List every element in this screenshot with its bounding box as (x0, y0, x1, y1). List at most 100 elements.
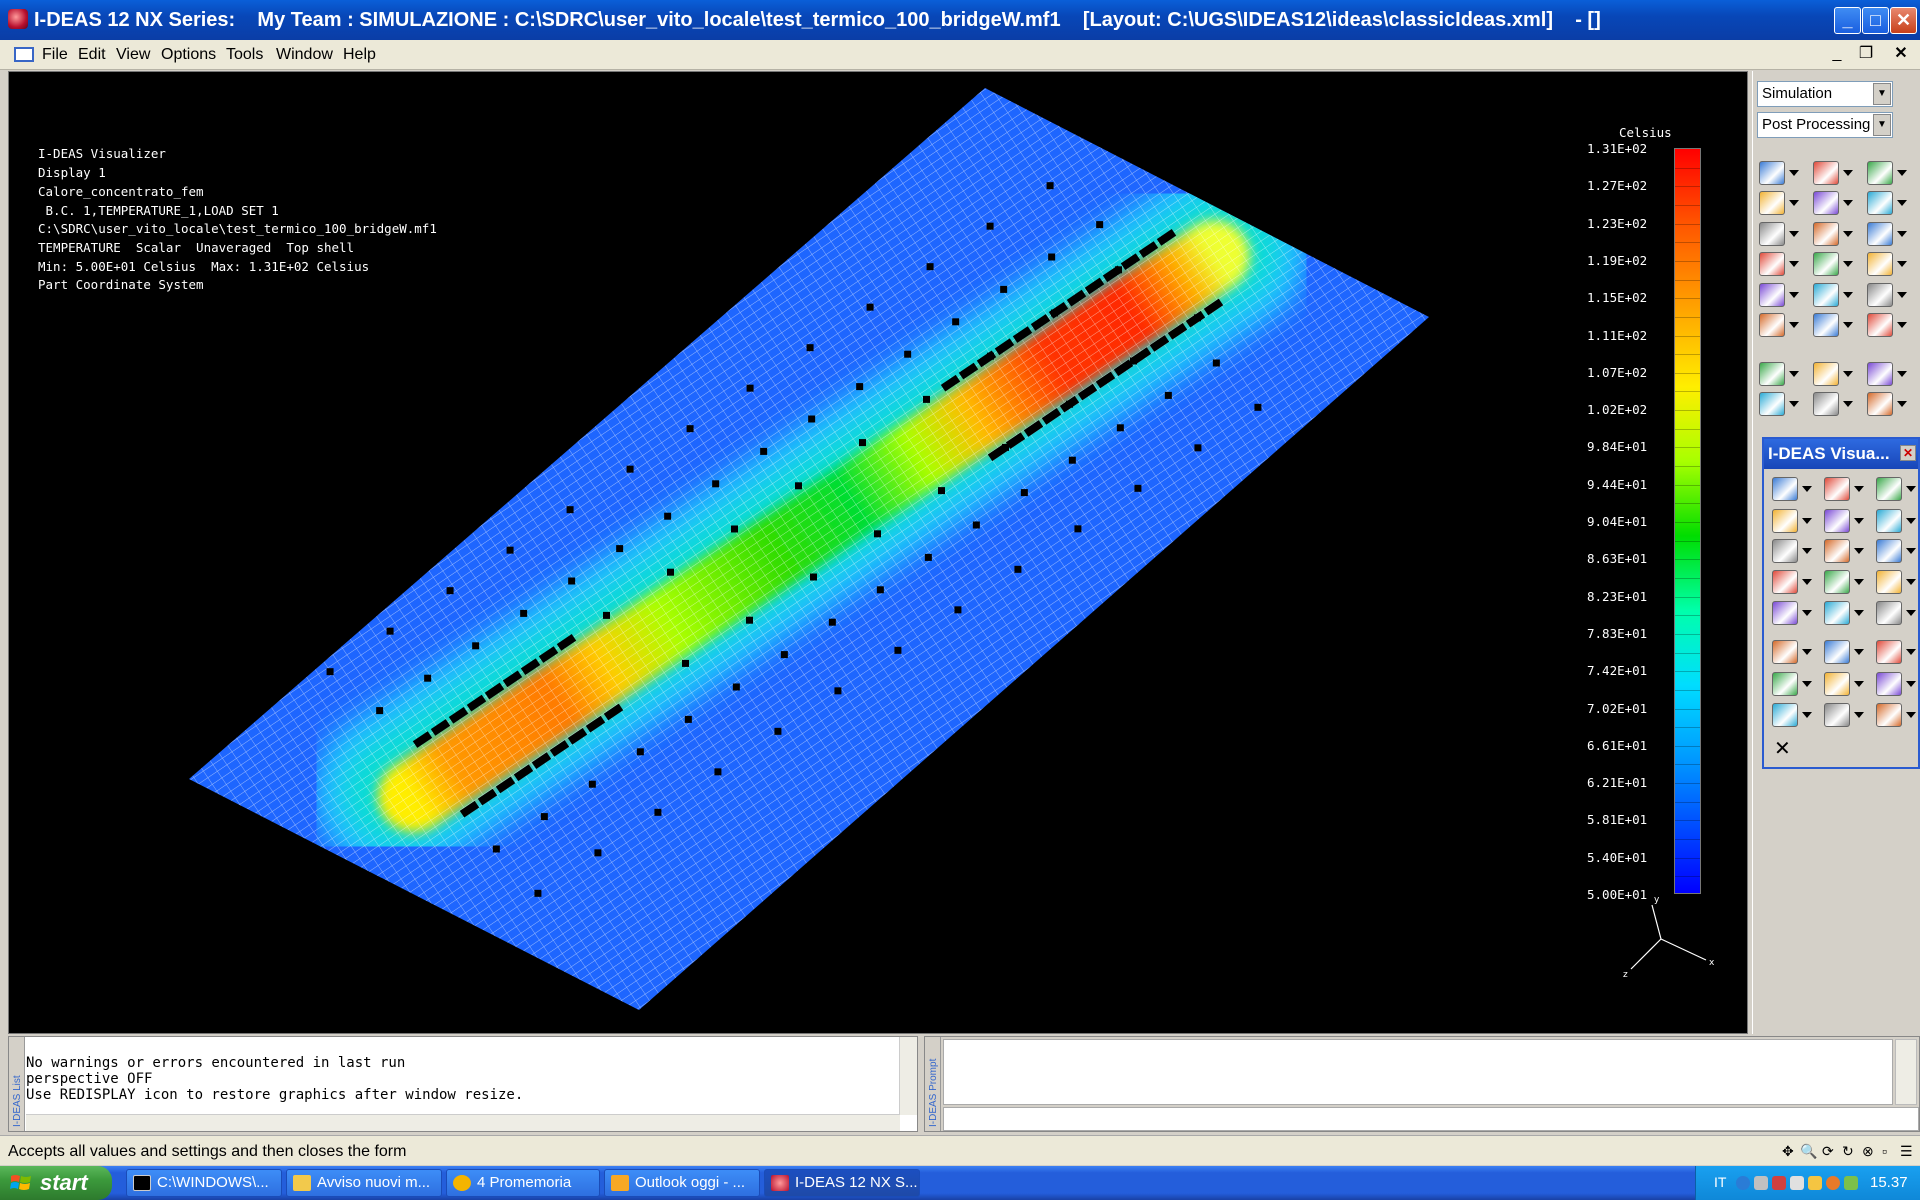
prompt-vertical-scrollbar[interactable] (1895, 1039, 1917, 1105)
dropdown-arrow-icon[interactable] (1906, 712, 1916, 718)
list-vertical-scrollbar[interactable] (899, 1037, 917, 1115)
help-tray-icon[interactable] (1736, 1176, 1750, 1190)
refresh-icon[interactable]: ↻ (1842, 1143, 1854, 1160)
palette-tool-icon[interactable] (1772, 570, 1798, 594)
pan-icon[interactable]: ✥ (1782, 1143, 1794, 1160)
toolbar-tool-icon[interactable] (1759, 222, 1785, 246)
toolbar-tool-icon[interactable] (1867, 283, 1893, 307)
task-dropdown[interactable]: Post Processing ▼ (1757, 112, 1893, 138)
palette-title[interactable]: I-DEAS Visua... (1764, 439, 1918, 469)
dropdown-arrow-icon[interactable] (1897, 401, 1907, 407)
start-button[interactable]: start (0, 1166, 112, 1200)
palette-tool-icon[interactable] (1772, 601, 1798, 625)
menu-tools[interactable]: Tools (226, 46, 263, 64)
dropdown-arrow-icon[interactable] (1854, 518, 1864, 524)
toolbar-tool-icon[interactable] (1759, 191, 1785, 215)
graphics-window[interactable]: y x z I-DEAS Visualizer Display 1 Calore… (8, 71, 1748, 1034)
dropdown-arrow-icon[interactable] (1897, 371, 1907, 377)
taskbar-button-promemoria[interactable]: 4 Promemoria (446, 1169, 600, 1197)
mdi-restore-button[interactable]: ❐ (1855, 44, 1877, 64)
palette-tool-icon[interactable] (1876, 703, 1902, 727)
dropdown-arrow-icon[interactable] (1789, 322, 1799, 328)
dropdown-arrow-icon[interactable] (1802, 548, 1812, 554)
toolbar-tool-icon[interactable] (1867, 161, 1893, 185)
dropdown-arrow-icon[interactable] (1843, 371, 1853, 377)
security-tray-icon[interactable] (1772, 1176, 1786, 1190)
taskbar-button-outlook[interactable]: Outlook oggi - ... (604, 1169, 760, 1197)
dropdown-arrow-icon[interactable] (1854, 579, 1864, 585)
mdi-minimize-button[interactable]: _ (1826, 44, 1848, 64)
palette-tool-icon[interactable] (1772, 672, 1798, 696)
toolbar-tool-icon[interactable] (1813, 252, 1839, 276)
dropdown-arrow-icon[interactable] (1802, 486, 1812, 492)
toolbar-tool-icon[interactable] (1867, 362, 1893, 386)
toolbar-tool-icon[interactable] (1759, 313, 1785, 337)
toolbar-tool-icon[interactable] (1867, 252, 1893, 276)
dropdown-arrow-icon[interactable] (1854, 712, 1864, 718)
dropdown-arrow-icon[interactable] (1843, 292, 1853, 298)
dropdown-arrow-icon[interactable] (1802, 681, 1812, 687)
document-icon[interactable] (14, 47, 34, 62)
palette-tool-icon[interactable] (1824, 640, 1850, 664)
dropdown-arrow-icon[interactable] (1843, 200, 1853, 206)
palette-tool-icon[interactable] (1824, 477, 1850, 501)
square-icon[interactable]: ▫ (1882, 1143, 1887, 1159)
palette-tool-icon[interactable] (1876, 570, 1902, 594)
ideas-visualizer-palette[interactable]: I-DEAS Visua... ✕ ✕ (1762, 437, 1920, 769)
dropdown-arrow-icon[interactable] (1843, 322, 1853, 328)
notification-tray-icon[interactable] (1808, 1176, 1822, 1190)
dropdown-arrow-icon[interactable] (1906, 681, 1916, 687)
toolbar-tool-icon[interactable] (1759, 362, 1785, 386)
palette-tool-icon[interactable] (1876, 672, 1902, 696)
palette-tool-icon[interactable] (1824, 703, 1850, 727)
monitor-tray-icon[interactable] (1790, 1176, 1804, 1190)
palette-tool-icon[interactable] (1772, 640, 1798, 664)
rotate-icon[interactable]: ⟳ (1822, 1143, 1834, 1160)
application-dropdown[interactable]: Simulation ▼ (1757, 81, 1893, 107)
dropdown-arrow-icon[interactable] (1897, 322, 1907, 328)
toolbar-tool-icon[interactable] (1867, 222, 1893, 246)
toolbar-tool-icon[interactable] (1759, 161, 1785, 185)
dropdown-arrow-icon[interactable] (1906, 649, 1916, 655)
dropdown-arrow-icon[interactable] (1789, 401, 1799, 407)
toolbar-tool-icon[interactable] (1867, 191, 1893, 215)
dropdown-arrow-icon[interactable] (1843, 261, 1853, 267)
palette-tool-icon[interactable] (1876, 509, 1902, 533)
palette-tool-icon[interactable] (1876, 477, 1902, 501)
dropdown-arrow-icon[interactable] (1906, 486, 1916, 492)
language-indicator[interactable]: IT (1714, 1174, 1726, 1190)
volume-tray-icon[interactable] (1844, 1176, 1858, 1190)
palette-tool-icon[interactable] (1824, 539, 1850, 563)
network-tray-icon[interactable] (1754, 1176, 1768, 1190)
list-window-grip[interactable]: I-DEAS List (9, 1037, 25, 1131)
dropdown-arrow-icon[interactable] (1789, 292, 1799, 298)
dropdown-arrow-icon[interactable] (1906, 518, 1916, 524)
dropdown-arrow-icon[interactable] (1843, 231, 1853, 237)
toolbar-tool-icon[interactable] (1813, 283, 1839, 307)
palette-tool-icon[interactable] (1824, 601, 1850, 625)
snap-icon[interactable]: ⊗ (1862, 1143, 1874, 1160)
palette-tool-icon[interactable] (1824, 570, 1850, 594)
dropdown-arrow-icon[interactable] (1843, 401, 1853, 407)
toolbar-tool-icon[interactable] (1813, 161, 1839, 185)
dropdown-arrow-icon[interactable] (1854, 649, 1864, 655)
dropdown-arrow-icon[interactable] (1897, 200, 1907, 206)
update-tray-icon[interactable] (1826, 1176, 1840, 1190)
palette-tool-icon[interactable] (1824, 672, 1850, 696)
dropdown-arrow-icon[interactable] (1789, 200, 1799, 206)
zoom-icon[interactable]: 🔍 (1800, 1143, 1817, 1160)
dropdown-arrow-icon[interactable] (1854, 681, 1864, 687)
dropdown-arrow-icon[interactable] (1897, 170, 1907, 176)
taskbar-button-avviso[interactable]: Avviso nuovi m... (286, 1169, 442, 1197)
toolbar-tool-icon[interactable] (1867, 392, 1893, 416)
toolbar-tool-icon[interactable] (1813, 222, 1839, 246)
dropdown-arrow-icon[interactable] (1854, 548, 1864, 554)
dropdown-arrow-icon[interactable] (1802, 579, 1812, 585)
chevron-down-icon[interactable]: ▼ (1873, 83, 1891, 105)
minimize-button[interactable]: _ (1834, 7, 1861, 34)
toolbar-tool-icon[interactable] (1813, 392, 1839, 416)
palette-tool-icon[interactable] (1772, 477, 1798, 501)
chevron-down-icon[interactable]: ▼ (1873, 114, 1891, 136)
dropdown-arrow-icon[interactable] (1854, 486, 1864, 492)
palette-tool-icon[interactable] (1876, 601, 1902, 625)
